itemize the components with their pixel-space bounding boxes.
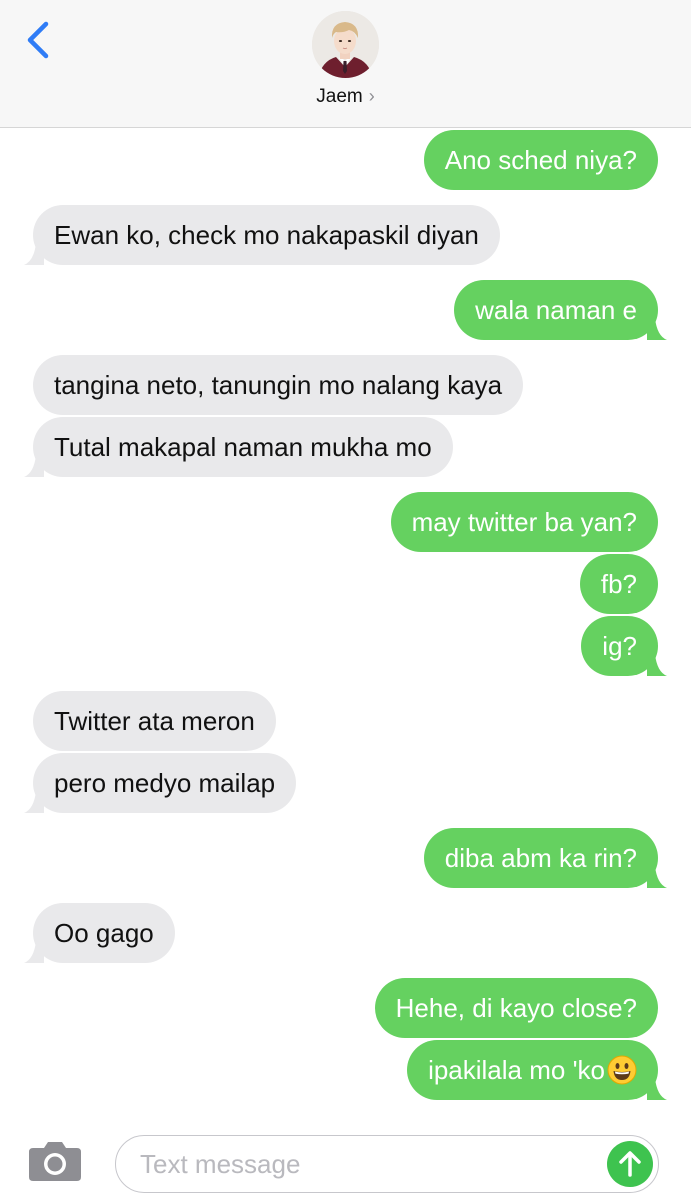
back-icon [27, 21, 49, 59]
send-button[interactable] [607, 1141, 653, 1187]
message-bubble-incoming[interactable]: pero medyo mailap [24, 753, 297, 813]
message-bubble-incoming[interactable]: Oo gago [24, 903, 175, 963]
message-bubble-outgoing[interactable]: Ano sched niya? [423, 130, 658, 190]
message-text: Ewan ko, check mo nakapaskil diyan [54, 220, 479, 250]
message-text: pero medyo mailap [54, 768, 276, 798]
message-bubble-outgoing[interactable]: ig? [581, 616, 667, 676]
camera-button[interactable] [28, 1140, 82, 1182]
message-text: diba abm ka rin? [444, 843, 637, 873]
message-bubble-incoming[interactable]: tangina neto, tanungin mo nalang kaya [33, 355, 524, 415]
back-button[interactable] [22, 18, 56, 62]
contact-avatar[interactable] [312, 11, 379, 78]
message-text: Oo gago [54, 918, 154, 948]
message-text: Twitter ata meron [54, 706, 255, 736]
message-bubble-incoming[interactable]: Ewan ko, check mo nakapaskil diyan [24, 205, 500, 265]
send-arrow-icon [619, 1151, 641, 1177]
message-bubble-incoming[interactable]: Twitter ata meron [33, 691, 276, 751]
message-text: may twitter ba yan? [411, 507, 637, 537]
message-text: Hehe, di kayo close? [395, 993, 637, 1023]
message-bubble-outgoing[interactable]: diba abm ka rin? [423, 828, 667, 888]
message-bubble-outgoing[interactable]: fb? [579, 554, 658, 614]
message-bubble-outgoing[interactable]: may twitter ba yan? [390, 492, 658, 552]
message-text: Tutal makapal naman mukha mo [54, 432, 432, 462]
message-bubble-outgoing[interactable]: Hehe, di kayo close? [374, 978, 658, 1038]
text-message-input[interactable] [138, 1136, 602, 1193]
message-bubble-incoming[interactable]: Tutal makapal naman mukha mo [24, 417, 453, 477]
message-bubble-outgoing[interactable]: ipakilala mo 'ko [407, 1040, 667, 1100]
message-text: Ano sched niya? [444, 145, 637, 175]
message-text: ipakilala mo 'ko [428, 1055, 605, 1085]
message-text: wala naman e [475, 295, 637, 325]
chevron-right-icon: › [368, 86, 375, 106]
message-bubble-outgoing[interactable]: wala naman e [454, 280, 667, 340]
text-message-field[interactable] [115, 1135, 659, 1193]
contact-name: Jaem [316, 86, 363, 107]
message-text: ig? [602, 631, 637, 661]
grinning-face-emoji [607, 1055, 637, 1085]
camera-icon [29, 1142, 81, 1181]
message-text: fb? [600, 569, 637, 599]
contact-name-button[interactable]: Jaem › [0, 86, 691, 108]
conversation-header: Jaem › [0, 0, 691, 128]
message-composer [0, 1120, 691, 1200]
message-text: tangina neto, tanungin mo nalang kaya [54, 370, 503, 400]
